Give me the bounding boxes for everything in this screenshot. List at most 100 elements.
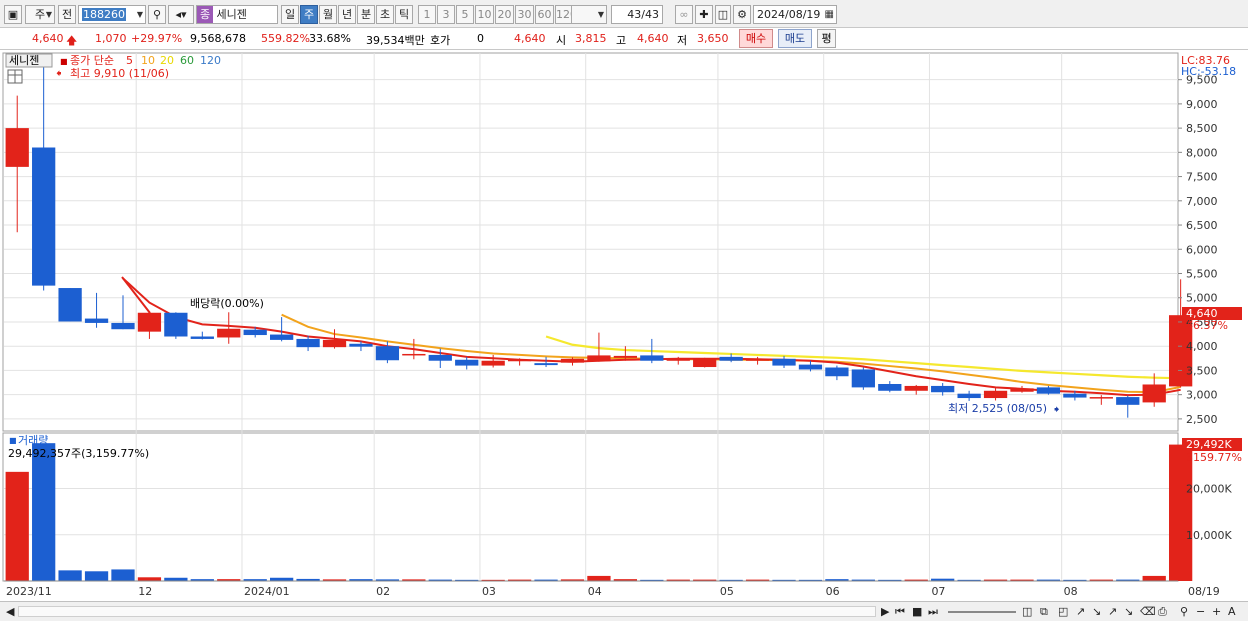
font-icon[interactable]: A bbox=[1228, 605, 1236, 618]
prev-button[interactable]: 전 bbox=[58, 5, 76, 24]
search-icon[interactable]: ⚲ bbox=[148, 5, 166, 24]
zoom-slider[interactable] bbox=[948, 611, 1016, 613]
ma-period-20: 20 bbox=[160, 54, 174, 67]
candle-body bbox=[270, 334, 294, 340]
market-select[interactable]: 주 ▼ bbox=[25, 5, 55, 24]
eraser-icon[interactable]: ⌫ bbox=[1140, 605, 1156, 618]
period-button[interactable]: 틱 bbox=[395, 5, 413, 24]
sell-button[interactable]: 매도 bbox=[778, 29, 812, 48]
price-tick-label: 2,500 bbox=[1186, 413, 1218, 426]
scroll-right-icon[interactable]: ▶ bbox=[881, 605, 889, 618]
window-icon[interactable]: ◰ bbox=[1058, 605, 1068, 618]
candle-body bbox=[111, 322, 135, 330]
candle-body bbox=[745, 359, 770, 361]
name-tag: 세니젠 bbox=[9, 54, 39, 67]
candle-body bbox=[507, 359, 532, 362]
candle-body bbox=[798, 364, 823, 370]
gear-icon[interactable]: ⚙ bbox=[733, 5, 751, 24]
save-icon[interactable]: ◫ bbox=[715, 5, 731, 24]
extra-select[interactable]: ▼ bbox=[571, 5, 607, 24]
page-count[interactable]: 43/43 bbox=[611, 5, 663, 24]
buy-button[interactable]: 매수 bbox=[739, 29, 773, 48]
price-tick-label: 9,000 bbox=[1186, 98, 1218, 111]
ma-label: 종가 단순 bbox=[70, 54, 114, 67]
open-value: 3,815 bbox=[575, 32, 607, 45]
crosshair-icon[interactable]: ✚ bbox=[695, 5, 713, 24]
zoom-in-icon[interactable]: + bbox=[1212, 605, 1221, 618]
period-button[interactable]: 초 bbox=[376, 5, 394, 24]
scrollbar-track[interactable] bbox=[18, 606, 876, 617]
candle-body bbox=[84, 318, 109, 323]
volume-tag: 29,492K bbox=[1186, 438, 1232, 451]
stock-chart[interactable]: 9,500 9,000 8,500 8,000 7,500 7,000 6,500 6,000… bbox=[0, 51, 1248, 601]
speaker-icon[interactable]: ◂▾ bbox=[168, 5, 194, 24]
candle-body bbox=[772, 358, 796, 366]
time-tick-label: 12 bbox=[138, 585, 152, 598]
draw-line-icon[interactable]: ↗ bbox=[1108, 605, 1117, 618]
zoom-out-icon[interactable]: − bbox=[1196, 605, 1205, 618]
volume-title: 거래량 bbox=[18, 434, 48, 447]
price-tick-label: 6,500 bbox=[1186, 219, 1218, 232]
copy-icon[interactable]: ⧉ bbox=[1040, 605, 1048, 619]
link-icon[interactable]: ∞ bbox=[675, 5, 693, 24]
interval-button[interactable]: 10 bbox=[475, 5, 494, 24]
interval-button[interactable]: 5 bbox=[456, 5, 474, 24]
period-button[interactable]: 일 bbox=[281, 5, 299, 24]
volume-bar bbox=[84, 571, 109, 581]
interval-button[interactable]: 30 bbox=[515, 5, 534, 24]
hoga-price: 4,640 bbox=[514, 32, 546, 45]
date-input[interactable]: 2024/08/19 ▦ bbox=[753, 5, 837, 24]
print-icon[interactable]: ⎙ bbox=[1158, 605, 1167, 619]
price-tick-label: 7,000 bbox=[1186, 195, 1218, 208]
stop-icon[interactable]: ■ bbox=[912, 605, 922, 618]
volume-ratio: 559.82% bbox=[261, 32, 310, 45]
period-button[interactable]: 주 bbox=[300, 5, 318, 24]
volume-bar bbox=[111, 569, 135, 581]
period-button[interactable]: 분 bbox=[357, 5, 375, 24]
layout-icon[interactable]: ◫ bbox=[1022, 605, 1032, 618]
candle-body bbox=[613, 355, 638, 358]
period-button[interactable]: 년 bbox=[338, 5, 356, 24]
change-value: 1,070 bbox=[95, 32, 127, 45]
chart-canvas[interactable]: 9,5009,0008,5008,0007,5007,0006,5006,000… bbox=[0, 51, 1248, 601]
time-tick-label: 04 bbox=[588, 585, 602, 598]
candle-body bbox=[58, 288, 82, 322]
zoom-icon[interactable]: ⚲ bbox=[1180, 605, 1188, 618]
candle-body bbox=[190, 336, 214, 339]
interval-button[interactable]: 20 bbox=[495, 5, 514, 24]
min-label: 최저 2,525 (08/05) bbox=[948, 402, 1047, 415]
draw-line-icon[interactable]: ↗ bbox=[1076, 605, 1085, 618]
period-button[interactable]: 월 bbox=[319, 5, 337, 24]
stock-name-field[interactable]: 종 세니젠 bbox=[196, 5, 278, 24]
code-input[interactable]: 188260 ▼ bbox=[78, 5, 146, 24]
price-tick-label: 8,500 bbox=[1186, 122, 1218, 135]
candle-body bbox=[164, 312, 188, 337]
window-menu-icon[interactable]: ▣ bbox=[4, 5, 22, 24]
chevron-down-icon: ▼ bbox=[597, 10, 604, 19]
candle-body bbox=[1036, 387, 1061, 394]
draw-line-icon[interactable]: ↘ bbox=[1092, 605, 1101, 618]
interval-button[interactable]: 3 bbox=[437, 5, 455, 24]
trade-amount: 39,534백만 bbox=[366, 34, 425, 47]
price-tick-label: 4,000 bbox=[1186, 340, 1218, 353]
volume-bar bbox=[1169, 444, 1193, 581]
interval-button[interactable]: 1 bbox=[418, 5, 436, 24]
fast-forward-icon[interactable]: ⏭ bbox=[928, 605, 938, 619]
scroll-left-icon[interactable]: ◀ bbox=[6, 605, 14, 618]
price-tick-label: 7,500 bbox=[1186, 171, 1218, 184]
volume-bar bbox=[58, 570, 82, 581]
candle-body bbox=[693, 358, 717, 368]
rewind-icon[interactable]: ⏮ bbox=[895, 605, 905, 619]
draw-line-icon[interactable]: ↘ bbox=[1124, 605, 1133, 618]
average-button[interactable]: 평 bbox=[817, 29, 836, 48]
candle-body bbox=[349, 343, 373, 347]
hc-label: HC:-53.18 bbox=[1181, 65, 1236, 78]
candle-body bbox=[1063, 393, 1087, 398]
candle-body bbox=[375, 346, 400, 361]
open-label: 시 bbox=[556, 34, 567, 47]
candle-body bbox=[534, 363, 558, 366]
time-tick-label: 05 bbox=[720, 585, 734, 598]
stock-name: 세니젠 bbox=[216, 8, 247, 21]
candle-body bbox=[481, 360, 505, 366]
interval-button[interactable]: 60 bbox=[535, 5, 554, 24]
